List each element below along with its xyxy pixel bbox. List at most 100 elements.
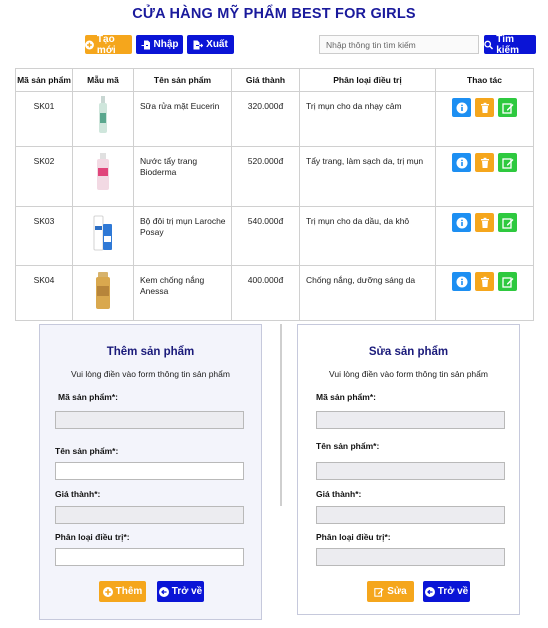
col-header-name: Tên sản phẩm xyxy=(133,68,232,92)
cell-name: Sữa rửa mặt Eucerin xyxy=(133,91,232,147)
add-code-label: Mã sản phẩm*: xyxy=(58,392,118,402)
edit-name-field[interactable] xyxy=(316,462,505,480)
trash-icon xyxy=(480,102,489,113)
edit-code-label: Mã sản phẩm*: xyxy=(316,392,376,402)
edit-submit-button[interactable]: Sửa xyxy=(367,581,414,602)
edit-name-label: Tên sản phẩm*: xyxy=(316,441,380,451)
info-button[interactable] xyxy=(452,153,471,172)
trash-icon xyxy=(480,157,489,168)
add-type-field[interactable] xyxy=(55,548,244,566)
add-back-button[interactable]: Trở về xyxy=(157,581,204,602)
export-button[interactable]: Xuất xyxy=(187,35,234,54)
edit-icon xyxy=(501,157,513,169)
cell-actions xyxy=(435,146,534,207)
add-code-field[interactable] xyxy=(55,411,244,429)
delete-button[interactable] xyxy=(475,213,494,232)
product-image-eucerin xyxy=(99,96,107,133)
cell-name: Nước tẩy trang Bioderma xyxy=(133,146,232,207)
edit-button[interactable] xyxy=(498,153,517,172)
cell-price: 320.000đ xyxy=(231,91,300,147)
edit-form-subtitle: Vui lòng điền vào form thông tin sản phẩ… xyxy=(329,369,488,379)
table-row: SK04 Kem chống nắng Anessa 400.000đ Chốn… xyxy=(15,265,534,321)
edit-icon xyxy=(501,102,513,114)
file-import-icon xyxy=(141,40,150,49)
add-type-label: Phân loại điều trị*: xyxy=(55,532,130,542)
edit-type-field[interactable] xyxy=(316,548,505,566)
table-header-row: Mã sản phẩm Mẫu mã Tên sản phẩm Giá thàn… xyxy=(15,68,534,92)
delete-button[interactable] xyxy=(475,272,494,291)
cell-image xyxy=(72,146,134,207)
table-row: SK02 Nước tẩy trang Bioderma 520.000đ Tẩ… xyxy=(15,146,534,207)
col-header-price: Giá thành xyxy=(231,68,300,92)
table-row: SK03 Bộ đôi trị mụn Laroche Posay 540.00… xyxy=(15,206,534,266)
edit-button[interactable] xyxy=(498,98,517,117)
col-header-actions: Thao tác xyxy=(435,68,534,92)
col-header-image: Mẫu mã xyxy=(72,68,134,92)
edit-back-label: Trở về xyxy=(437,586,469,597)
export-button-label: Xuất xyxy=(206,39,228,50)
product-image-bioderma xyxy=(97,153,109,190)
arrow-left-circle-icon xyxy=(424,586,435,597)
col-header-type: Phân loại điều trị xyxy=(299,68,436,92)
import-button[interactable]: Nhập xyxy=(136,35,183,54)
edit-type-label: Phân loại điều trị*: xyxy=(316,532,391,542)
add-submit-button[interactable]: Thêm xyxy=(99,581,146,602)
add-product-panel: Thêm sản phẩm Vui lòng điền vào form thô… xyxy=(39,324,262,620)
edit-submit-label: Sửa xyxy=(387,586,407,597)
cell-image xyxy=(72,265,134,321)
edit-price-field[interactable] xyxy=(316,506,505,524)
edit-icon xyxy=(501,217,513,229)
cell-price: 520.000đ xyxy=(231,146,300,207)
edit-button[interactable] xyxy=(498,213,517,232)
search-button-label: Tìm kiếm xyxy=(496,33,519,56)
search-icon xyxy=(484,40,494,49)
info-icon xyxy=(456,157,467,168)
search-button[interactable]: Tìm kiếm xyxy=(484,33,536,56)
cell-type: Chống nắng, dưỡng sáng da xyxy=(299,265,436,321)
info-button[interactable] xyxy=(452,213,471,232)
col-header-code: Mã sản phẩm xyxy=(15,68,73,92)
edit-back-button[interactable]: Trở về xyxy=(423,581,470,602)
cell-code: SK03 xyxy=(15,206,73,266)
cell-code: SK01 xyxy=(15,91,73,147)
info-icon xyxy=(456,102,467,113)
cell-actions xyxy=(435,91,534,147)
trash-icon xyxy=(480,276,489,287)
cell-type: Trị mụn cho da nhạy cảm xyxy=(299,91,436,147)
info-button[interactable] xyxy=(452,98,471,117)
edit-code-field[interactable] xyxy=(316,411,505,429)
edit-product-panel: Sửa sản phẩm Vui lòng điền vào form thôn… xyxy=(297,324,520,615)
edit-icon xyxy=(501,276,513,288)
search-input[interactable]: Nhập thông tin tìm kiếm xyxy=(319,35,479,54)
cell-price: 400.000đ xyxy=(231,265,300,321)
info-icon xyxy=(456,217,467,228)
plus-circle-icon xyxy=(102,586,113,597)
table-row: SK01 Sữa rửa mặt Eucerin 320.000đ Trị mụ… xyxy=(15,91,534,147)
delete-button[interactable] xyxy=(475,98,494,117)
cell-code: SK04 xyxy=(15,265,73,321)
edit-price-label: Giá thành*: xyxy=(316,489,362,499)
delete-button[interactable] xyxy=(475,153,494,172)
add-price-label: Giá thành*: xyxy=(55,489,101,499)
edit-button[interactable] xyxy=(498,272,517,291)
add-price-field[interactable] xyxy=(55,506,244,524)
create-button[interactable]: Tạo mới xyxy=(85,33,132,56)
page-title: CỬA HÀNG MỸ PHẨM BEST FOR GIRLS xyxy=(132,6,416,22)
cell-code: SK02 xyxy=(15,146,73,207)
add-back-label: Trở về xyxy=(171,586,203,597)
product-image-laroche-posay xyxy=(93,215,112,251)
product-image-anessa xyxy=(96,272,110,309)
create-button-label: Tạo mới xyxy=(96,33,116,56)
forms-divider xyxy=(280,324,282,506)
add-name-field[interactable] xyxy=(55,462,244,480)
info-button[interactable] xyxy=(452,272,471,291)
cell-name: Kem chống nắng Anessa xyxy=(133,265,232,321)
cell-actions xyxy=(435,206,534,266)
info-icon xyxy=(456,276,467,287)
cell-type: Tẩy trang, làm sạch da, trị mụn xyxy=(299,146,436,207)
edit-form-title: Sửa sản phẩm xyxy=(368,346,449,358)
add-name-label: Tên sản phẩm*: xyxy=(55,446,119,456)
arrow-left-circle-icon xyxy=(158,586,169,597)
trash-icon xyxy=(480,217,489,228)
file-export-icon xyxy=(193,40,204,49)
